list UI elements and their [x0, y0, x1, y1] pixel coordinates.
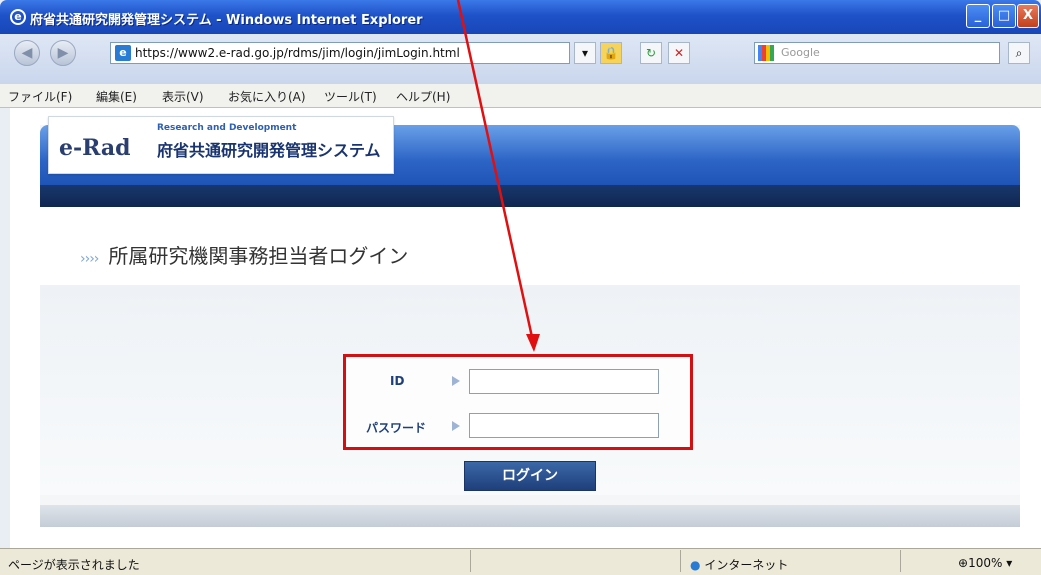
title-bar: e 府省共通研究開発管理システム - Windows Internet Expl…: [0, 0, 1041, 34]
globe-icon: ●: [690, 558, 701, 572]
menu-tools[interactable]: ツール(T): [324, 88, 377, 105]
logo-subtitle: Research and Development: [157, 123, 297, 133]
page-icon: e: [115, 45, 131, 61]
stop-icon[interactable]: ✕: [668, 42, 690, 64]
password-arrow-icon: [452, 421, 460, 431]
status-divider: [680, 550, 681, 572]
menu-bar: ファイル(F) 編集(E) 表示(V) お気に入り(A) ツール(T) ヘルプ(…: [0, 84, 1041, 108]
title-arrows: ››››: [80, 251, 99, 267]
password-label: パスワード: [366, 421, 427, 435]
maximize-button[interactable]: □: [992, 4, 1016, 28]
lock-icon[interactable]: 🔒: [600, 42, 622, 64]
internet-zone: ● インターネット: [690, 556, 788, 573]
window-title: 府省共通研究開発管理システム - Windows Internet Explor…: [30, 13, 423, 28]
status-bar: ページが表示されました ● インターネット ⊕100% ▾: [0, 548, 1041, 575]
password-input[interactable]: [469, 413, 659, 438]
forward-button[interactable]: ▶: [50, 40, 76, 66]
search-placeholder: Google: [781, 46, 820, 59]
back-button[interactable]: ◀: [14, 40, 40, 66]
search-input[interactable]: Google: [754, 42, 1000, 64]
address-bar[interactable]: e https://www2.e-rad.go.jp/rdms/jim/logi…: [110, 42, 570, 64]
minimize-button[interactable]: _: [966, 4, 990, 28]
page-footer: [40, 505, 1020, 527]
erad-logo: e-Rad Research and Development 府省共通研究開発管…: [48, 116, 394, 174]
page-title: ›››› 所属研究機関事務担当者ログイン: [80, 240, 408, 269]
logo-system-name: 府省共通研究開発管理システム: [157, 141, 381, 160]
url-text: https://www2.e-rad.go.jp/rdms/jim/login/…: [135, 46, 460, 60]
logo-brand: e-Rad: [59, 135, 131, 161]
browser-window: e 府省共通研究開発管理システム - Windows Internet Expl…: [0, 0, 1041, 575]
zoom-value: 100%: [968, 556, 1003, 570]
status-divider: [900, 550, 901, 572]
google-icon: [758, 45, 774, 61]
menu-file[interactable]: ファイル(F): [8, 88, 72, 105]
dropdown-icon[interactable]: ▾: [574, 42, 596, 64]
status-text: ページが表示されました: [8, 558, 140, 572]
id-label: ID: [390, 374, 405, 388]
id-input[interactable]: [469, 369, 659, 394]
menu-view[interactable]: 表示(V): [162, 88, 204, 105]
search-icon[interactable]: ⌕: [1008, 42, 1030, 64]
zoom-icon: ⊕: [958, 556, 969, 570]
zoom-level[interactable]: ⊕100% ▾: [958, 556, 1012, 570]
login-button[interactable]: ログイン: [464, 461, 596, 491]
id-arrow-icon: [452, 376, 460, 386]
close-button[interactable]: X: [1017, 4, 1039, 28]
menu-help[interactable]: ヘルプ(H): [396, 88, 450, 105]
zone-label: インターネット: [704, 558, 789, 572]
menu-edit[interactable]: 編集(E): [96, 88, 137, 105]
header-band: [40, 185, 1020, 207]
menu-favorites[interactable]: お気に入り(A): [228, 88, 306, 105]
refresh-icon[interactable]: ↻: [640, 42, 662, 64]
ie-icon: e: [10, 9, 26, 25]
page-title-text: 所属研究機関事務担当者ログイン: [108, 244, 409, 268]
status-divider: [470, 550, 471, 572]
